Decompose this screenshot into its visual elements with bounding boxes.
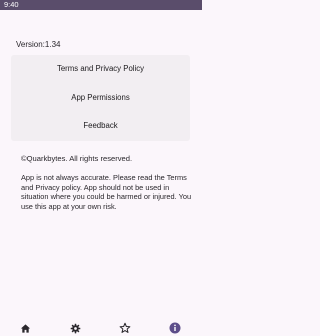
status-time: 9:40: [4, 0, 19, 9]
star-icon: [119, 322, 131, 333]
app-permissions-button[interactable]: App Permissions: [11, 84, 190, 113]
settings-icon: [70, 323, 80, 333]
menu-card: Terms and Privacy Policy App Permissions…: [11, 55, 190, 141]
home-icon: [20, 323, 30, 333]
bottom-navigation: [0, 300, 202, 336]
nav-favorites-button[interactable]: [117, 320, 133, 336]
disclaimer-text: App is not always accurate. Please read …: [21, 173, 192, 212]
info-icon: [169, 322, 181, 334]
status-bar: 9:40: [0, 0, 202, 10]
copyright-text: ©Quarkbytes. All rights reserved.: [21, 154, 133, 163]
nav-about-button[interactable]: [167, 320, 183, 336]
nav-home-button[interactable]: [17, 320, 33, 336]
terms-privacy-button[interactable]: Terms and Privacy Policy: [11, 55, 190, 84]
nav-settings-button[interactable]: [67, 320, 83, 336]
feedback-button[interactable]: Feedback: [11, 112, 190, 141]
version-label: Version:1.34: [16, 40, 61, 49]
